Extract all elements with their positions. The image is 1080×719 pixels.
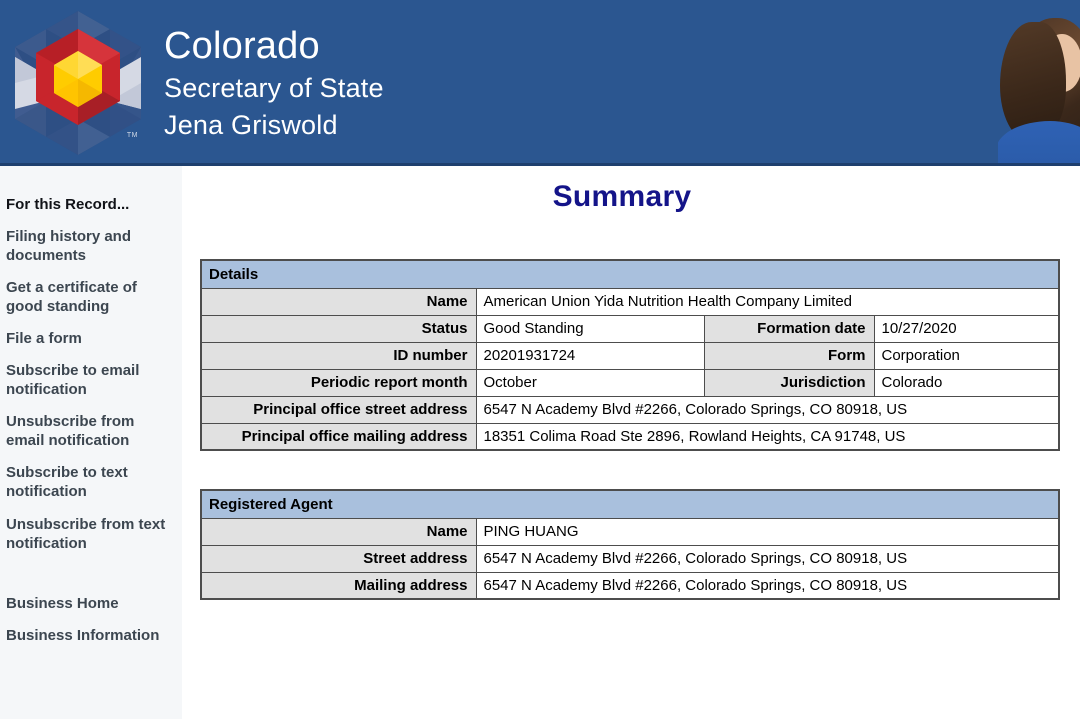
details-principal-mailing-value: 18351 Colima Road Ste 2896, Rowland Heig… (475, 422, 1060, 451)
table-row: Name American Union Yida Nutrition Healt… (200, 287, 1060, 316)
page-body: For this Record... Filing history and do… (0, 166, 1080, 719)
sidebar-item-subscribe-text[interactable]: Subscribe to text notification (6, 463, 182, 501)
details-periodic-report-month-label: Periodic report month (200, 368, 477, 397)
details-jurisdiction-value: Colorado (873, 368, 1060, 397)
details-principal-street-value: 6547 N Academy Blvd #2266, Colorado Spri… (475, 395, 1060, 424)
page-title: Summary (552, 180, 692, 213)
table-row: Name PING HUANG (200, 517, 1060, 546)
details-name-label: Name (200, 287, 477, 316)
table-row: Periodic report month October Jurisdicti… (200, 368, 1060, 397)
agent-street-address-label: Street address (200, 544, 477, 573)
sidebar-item-certificate-good-standing[interactable]: Get a certificate of good standing (6, 278, 182, 316)
details-id-number-label: ID number (200, 341, 477, 370)
agency-office-name: Secretary of State (164, 73, 384, 103)
header-inner: TM Colorado Secretary of State Jena Gris… (0, 0, 1080, 163)
details-status-value: Good Standing (475, 314, 705, 343)
registered-agent-section-header: Registered Agent (200, 489, 1060, 519)
secretary-portrait-photo (998, 0, 1080, 163)
sidebar-item-subscribe-email[interactable]: Subscribe to email notification (6, 361, 182, 399)
details-status-label: Status (200, 314, 477, 343)
table-row: ID number 20201931724 Form Corporation (200, 341, 1060, 370)
registered-agent-table: Registered Agent Name PING HUANG Street … (200, 489, 1061, 600)
sidebar-item-business-home[interactable]: Business Home (6, 594, 182, 613)
record-sidebar: For this Record... Filing history and do… (0, 166, 182, 719)
official-name: Jena Griswold (164, 110, 338, 140)
agent-name-label: Name (200, 517, 477, 546)
sidebar-divider-space (6, 566, 182, 594)
details-jurisdiction-label: Jurisdiction (703, 368, 875, 397)
site-header: TM Colorado Secretary of State Jena Gris… (0, 0, 1080, 166)
details-form-label: Form (703, 341, 875, 370)
colorado-state-logo[interactable]: TM (8, 5, 148, 161)
table-row: Principal office street address 6547 N A… (200, 395, 1060, 424)
trademark-symbol: TM (126, 132, 138, 139)
details-form-value: Corporation (873, 341, 1060, 370)
table-row: Street address 6547 N Academy Blvd #2266… (200, 544, 1060, 573)
table-row: Details (200, 259, 1060, 289)
details-name-value: American Union Yida Nutrition Health Com… (475, 287, 1060, 316)
details-table: Details Name American Union Yida Nutriti… (200, 259, 1061, 451)
details-principal-mailing-label: Principal office mailing address (200, 422, 477, 451)
main-content: Summary Details Name American Union Yida… (182, 166, 1080, 719)
details-section-header: Details (200, 259, 1060, 289)
sidebar-heading: For this Record... (6, 196, 130, 213)
details-periodic-report-month-value: October (475, 368, 705, 397)
agent-mailing-address-value: 6547 N Academy Blvd #2266, Colorado Spri… (475, 571, 1060, 600)
agency-state-name: Colorado (164, 25, 320, 67)
details-id-number-value: 20201931724 (475, 341, 705, 370)
sidebar-item-filing-history[interactable]: Filing history and documents (6, 227, 182, 265)
brand-text-block: Colorado Secretary of State Jena Griswol… (164, 27, 384, 139)
details-formation-date-label: Formation date (703, 314, 875, 343)
agent-name-value: PING HUANG (475, 517, 1060, 546)
table-row: Mailing address 6547 N Academy Blvd #226… (200, 571, 1060, 600)
sidebar-item-file-a-form[interactable]: File a form (6, 329, 182, 348)
sidebar-item-unsubscribe-text[interactable]: Unsubscribe from text notification (6, 515, 182, 553)
table-row: Principal office mailing address 18351 C… (200, 422, 1060, 451)
sidebar-item-unsubscribe-email[interactable]: Unsubscribe from email notification (6, 412, 182, 450)
table-row: Status Good Standing Formation date 10/2… (200, 314, 1060, 343)
agent-street-address-value: 6547 N Academy Blvd #2266, Colorado Spri… (475, 544, 1060, 573)
agent-mailing-address-label: Mailing address (200, 571, 477, 600)
sidebar-item-business-information[interactable]: Business Information (6, 626, 182, 645)
details-principal-street-label: Principal office street address (200, 395, 477, 424)
details-formation-date-value: 10/27/2020 (873, 314, 1060, 343)
table-row: Registered Agent (200, 489, 1060, 519)
